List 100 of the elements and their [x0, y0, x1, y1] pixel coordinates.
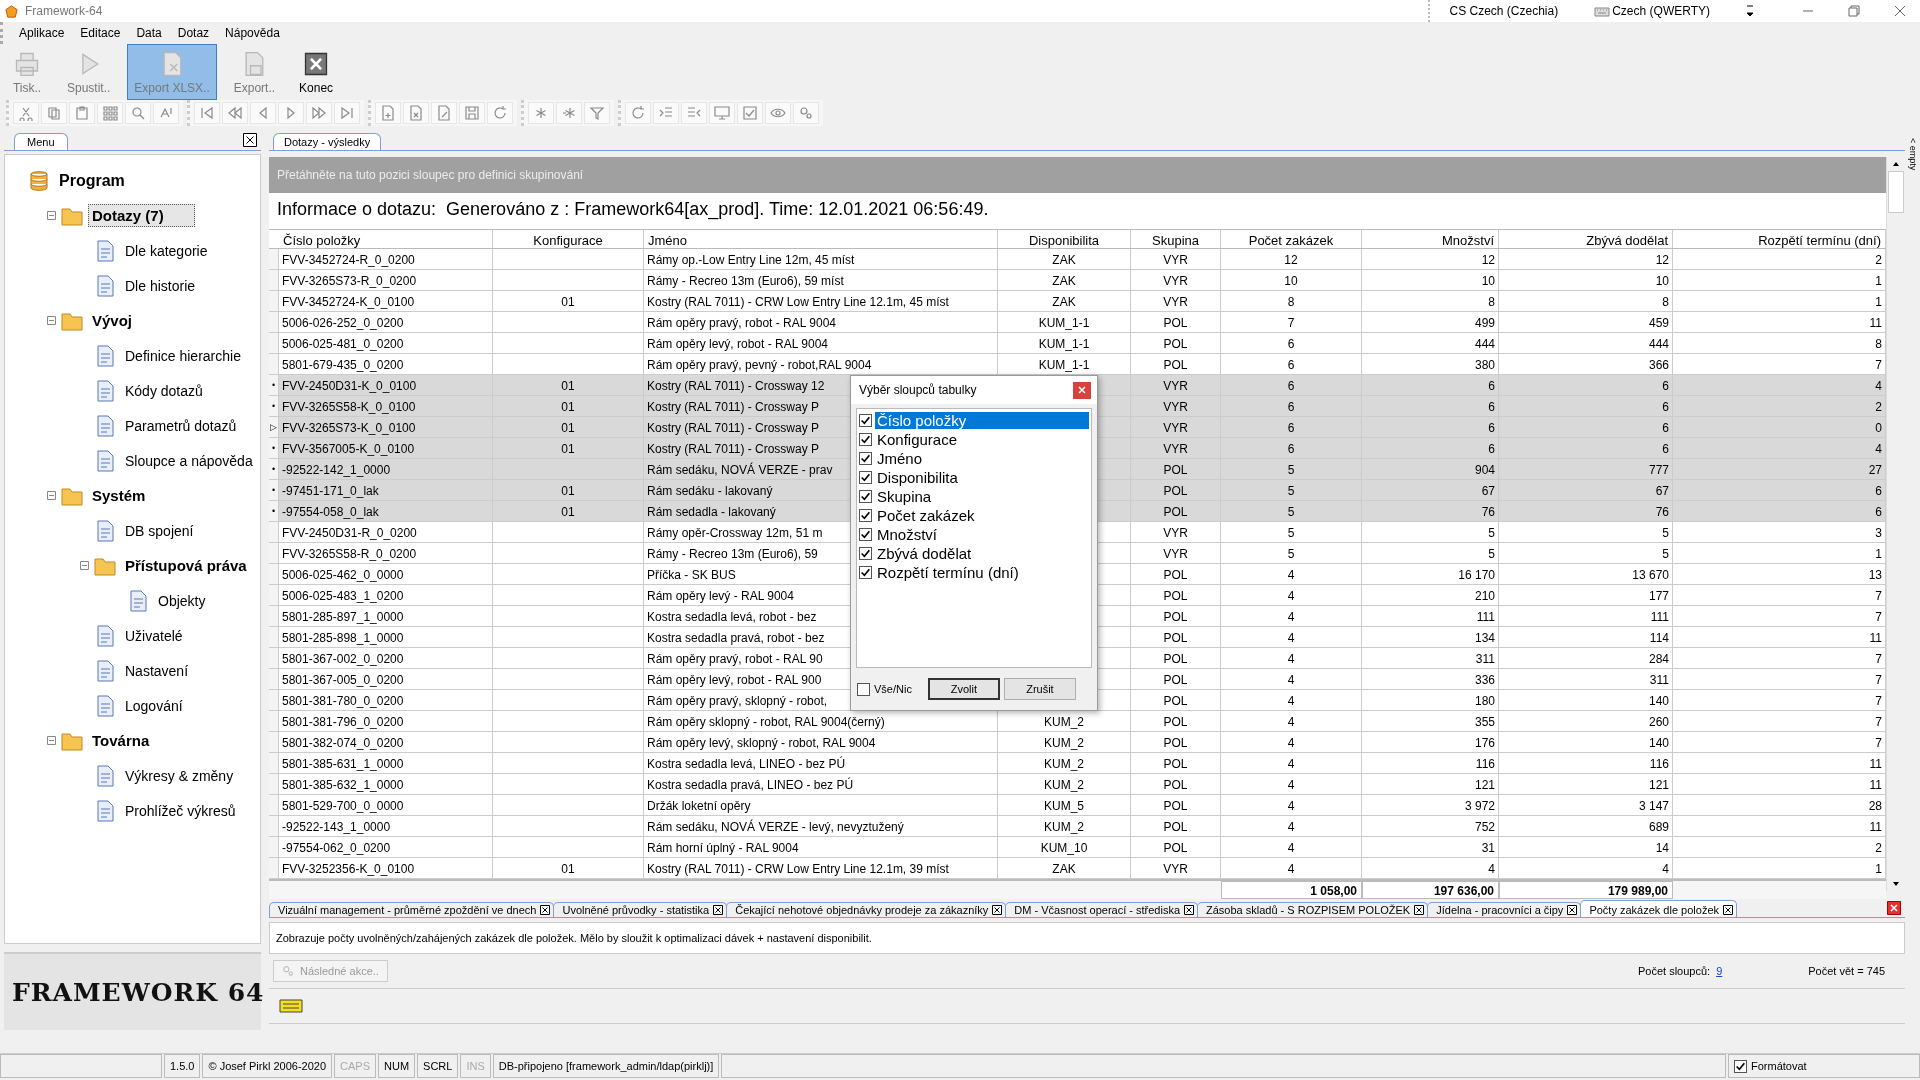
column-option[interactable]: Disponibilita — [875, 469, 1089, 486]
table-row[interactable]: FVV-3452724-K_0_0100 01 Kostry (RAL 7011) - CRW Low Entry Line 12.1m, 45 míst ZAK VYR 8 8 8 1 — [269, 291, 1886, 312]
query-tab[interactable]: Zásoba skladů - S ROZPISEM POLOŽEK — [1197, 902, 1429, 917]
row-selector[interactable] — [269, 753, 279, 774]
row-selector[interactable] — [269, 711, 279, 732]
column-option[interactable]: Zbývá dodělat — [875, 545, 1089, 562]
next-icon[interactable] — [278, 102, 304, 124]
tree-item[interactable]: Uživatelé — [121, 624, 187, 647]
checkbox[interactable] — [859, 547, 872, 560]
tree-item[interactable]: Sloupce a nápověda — [121, 449, 257, 472]
row-selector[interactable] — [269, 606, 279, 627]
tree-item[interactable]: Přístupová práva — [121, 554, 251, 577]
row-selector[interactable]: • — [269, 375, 279, 396]
column-option[interactable]: Množství — [875, 526, 1089, 543]
close-icon[interactable] — [992, 905, 1003, 915]
tree-item[interactable]: Objekty — [154, 589, 210, 612]
row-selector[interactable] — [269, 249, 279, 270]
row-selector[interactable] — [269, 543, 279, 564]
close-icon[interactable] — [1184, 905, 1194, 915]
tree-item[interactable]: Dle kategorie — [121, 239, 212, 262]
collapse-icon[interactable] — [46, 736, 56, 745]
close-icon[interactable] — [1887, 901, 1901, 915]
indent-icon[interactable] — [653, 102, 679, 124]
checkbox[interactable] — [857, 682, 870, 696]
row-selector[interactable] — [269, 732, 279, 753]
tree-item[interactable]: Prohlížeč výkresů — [121, 799, 240, 822]
row-selector[interactable] — [269, 816, 279, 837]
row-selector[interactable]: • — [269, 459, 279, 480]
tree-item[interactable]: Nastavení — [121, 659, 193, 682]
column-header[interactable]: Množství — [1362, 230, 1499, 248]
table-row[interactable]: -92522-143_1_0000 Rám sedáku, NOVÁ VERZE - levý, nevyztužený KUM_2 POL 4 752 689 11 — [269, 816, 1886, 837]
row-selector[interactable] — [269, 354, 279, 375]
column-header[interactable]: Zbývá dodělat — [1499, 230, 1673, 248]
refresh-icon[interactable] — [487, 102, 513, 124]
collapse-icon[interactable] — [46, 491, 56, 500]
checkbox[interactable] — [859, 490, 872, 503]
side-panel-tab[interactable]: < empty — [1907, 138, 1918, 1053]
table-row[interactable]: FVV-3452724-R_0_0200 Rámy op.-Low Entry Line 12m, 45 míst ZAK VYR 12 12 12 2 — [269, 249, 1886, 270]
checklist-icon[interactable] — [737, 102, 763, 124]
row-selector[interactable]: • — [269, 396, 279, 417]
scissors-icon[interactable] — [13, 102, 39, 124]
row-selector[interactable] — [269, 333, 279, 354]
close-button[interactable] — [1073, 381, 1091, 399]
restore-icon[interactable] — [1848, 5, 1860, 17]
tree-item[interactable]: Dle historie — [121, 274, 200, 297]
replace-icon[interactable] — [153, 102, 179, 124]
edit-document-icon[interactable] — [431, 102, 457, 124]
column-option[interactable]: Jméno — [875, 450, 1089, 467]
checkbox[interactable] — [859, 509, 872, 522]
collapse-icon[interactable] — [46, 211, 56, 220]
column-header[interactable]: Jméno — [644, 230, 998, 248]
search-icon[interactable] — [125, 102, 151, 124]
row-selector[interactable] — [269, 564, 279, 585]
close-icon[interactable] — [1414, 905, 1425, 915]
next-page-icon[interactable] — [306, 102, 332, 124]
column-header[interactable]: Disponibilita — [998, 230, 1131, 248]
table-row[interactable]: 5801-385-632_1_0000 Kostra sedadla pravá, LINEO - bez PÚ KUM_2 POL 4 121 121 11 — [269, 774, 1886, 795]
collapse-icon[interactable] — [79, 561, 89, 570]
copy-icon[interactable] — [41, 102, 67, 124]
query-tab[interactable]: Počty zakázek dle položek — [1580, 900, 1737, 917]
checkbox[interactable] — [859, 566, 872, 579]
keyboard-icon[interactable] — [279, 999, 303, 1013]
column-option[interactable]: Počet zakázek — [875, 507, 1089, 524]
dialog-button[interactable]: Zvolit — [927, 678, 1000, 700]
tree-item[interactable]: Kódy dotazů — [121, 379, 207, 402]
filter-icon[interactable] — [584, 102, 610, 124]
panel-tab[interactable]: Menu — [14, 133, 68, 150]
row-selector[interactable] — [269, 627, 279, 648]
menu-item[interactable]: Dotaz — [177, 26, 210, 40]
tree-item[interactable]: Dotazy (7) — [88, 204, 195, 227]
toolbar-button[interactable]: Konec — [292, 44, 341, 100]
tree-item[interactable]: Program — [55, 168, 129, 193]
tree-item[interactable]: DB spojení — [121, 519, 198, 542]
asterisk-icon[interactable] — [556, 102, 582, 124]
checkbox[interactable] — [859, 452, 872, 465]
table-row[interactable]: FVV-3265S73-R_0_0200 Rámy - Recreo 13m (Euro6), 59 míst ZAK VYR 10 10 10 1 — [269, 270, 1886, 291]
menu-item[interactable]: Editace — [80, 26, 121, 40]
table-row[interactable]: 5801-382-074_0_0200 Rám opěry levý, sklopný - robot, RAL 9004 KUM_2 POL 4 176 140 7 — [269, 732, 1886, 753]
previous-page-icon[interactable] — [222, 102, 248, 124]
tree-item[interactable]: Logování — [121, 694, 187, 717]
column-header[interactable]: Počet zakázek — [1221, 230, 1362, 248]
tree-item[interactable]: Parametrů dotazů — [121, 414, 241, 437]
close-icon[interactable] — [243, 133, 257, 147]
row-selector[interactable] — [269, 858, 279, 879]
scroll-thumb[interactable] — [1888, 171, 1904, 213]
table-row[interactable]: 5006-025-481_0_0200 Rám opěry levý, robot - RAL 9004 KUM_1-1 POL 6 444 444 8 — [269, 333, 1886, 354]
query-tab[interactable]: Uvolněné průvodky - statistika — [553, 902, 728, 917]
grid-icon[interactable] — [97, 102, 123, 124]
row-selector[interactable]: • — [269, 501, 279, 522]
checkbox[interactable] — [1734, 1059, 1747, 1073]
close-icon[interactable] — [1723, 905, 1733, 915]
language-indicator[interactable]: CS Czech (Czechia) — [1449, 4, 1559, 18]
table-row[interactable]: 5801-529-700_0_0000 Držák loketní opěry KUM_5 POL 4 3 972 3 147 28 — [269, 795, 1886, 816]
refresh-icon[interactable] — [625, 102, 651, 124]
column-header[interactable]: Skupina — [1131, 230, 1221, 248]
row-selector[interactable]: • — [269, 438, 279, 459]
gears-icon[interactable] — [793, 102, 819, 124]
checkbox[interactable] — [859, 414, 872, 427]
first-icon[interactable] — [194, 102, 220, 124]
row-selector[interactable] — [269, 585, 279, 606]
